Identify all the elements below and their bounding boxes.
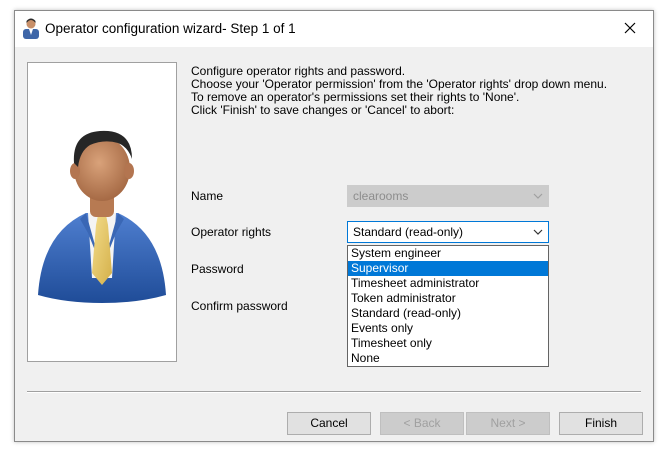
- button-separator: [27, 391, 641, 393]
- operator-icon: [23, 18, 39, 39]
- operator-avatar-icon: [38, 130, 166, 303]
- dropdown-option[interactable]: System engineer: [348, 246, 548, 261]
- wizard-window: Operator configuration wizard- Step 1 of…: [14, 10, 654, 442]
- dropdown-option[interactable]: Timesheet administrator: [348, 276, 548, 291]
- title-bar: Operator configuration wizard- Step 1 of…: [15, 11, 653, 47]
- dropdown-option[interactable]: Timesheet only: [348, 336, 548, 351]
- chevron-down-icon: [533, 193, 543, 199]
- dropdown-option[interactable]: Events only: [348, 321, 548, 336]
- close-icon: [624, 22, 636, 34]
- name-value: clearooms: [353, 189, 409, 203]
- dropdown-option-highlighted[interactable]: Supervisor: [348, 261, 548, 276]
- dropdown-option[interactable]: Standard (read-only): [348, 306, 548, 321]
- cancel-button[interactable]: Cancel: [287, 412, 371, 435]
- back-button[interactable]: < Back: [380, 412, 464, 435]
- instruction-line: Click 'Finish' to save changes or 'Cance…: [191, 103, 455, 117]
- password-label: Password: [191, 262, 244, 276]
- instructions-text: Configure operator rights and password. …: [191, 65, 631, 117]
- operator-rights-value: Standard (read-only): [353, 225, 464, 239]
- confirm-password-label: Confirm password: [191, 299, 288, 313]
- chevron-down-icon: [533, 229, 543, 235]
- finish-button[interactable]: Finish: [559, 412, 643, 435]
- operator-image-panel: [27, 62, 177, 362]
- window-title: Operator configuration wizard- Step 1 of…: [45, 21, 296, 36]
- next-button[interactable]: Next >: [466, 412, 550, 435]
- name-label: Name: [191, 189, 224, 203]
- wizard-content: Configure operator rights and password. …: [15, 47, 653, 441]
- operator-rights-label: Operator rights: [191, 225, 272, 239]
- operator-rights-select[interactable]: Standard (read-only): [347, 221, 549, 243]
- close-button[interactable]: [607, 11, 653, 45]
- name-combo: clearooms: [347, 185, 549, 207]
- dropdown-option[interactable]: Token administrator: [348, 291, 548, 306]
- operator-rights-dropdown: System engineer Supervisor Timesheet adm…: [347, 245, 549, 367]
- dropdown-option[interactable]: None: [348, 351, 548, 366]
